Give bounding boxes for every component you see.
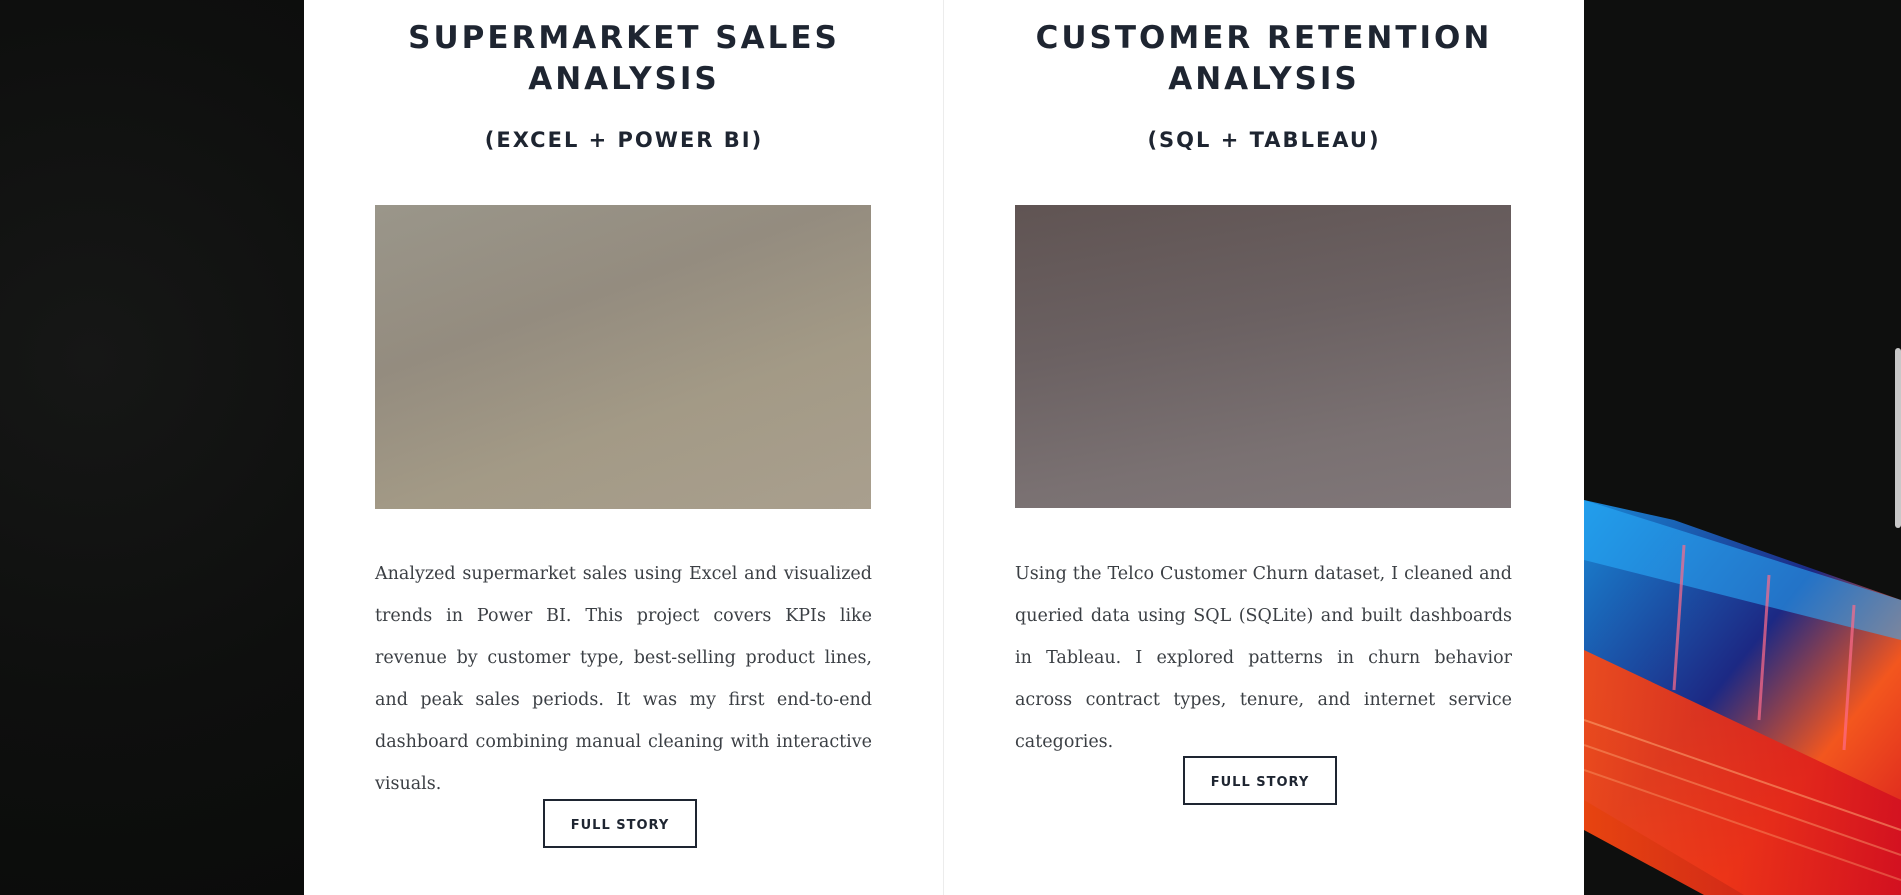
project-title-line: SUPERMARKET SALES bbox=[408, 20, 840, 56]
project-description: Analyzed supermarket sales using Excel a… bbox=[375, 564, 872, 794]
full-story-button[interactable]: FULL STORY bbox=[543, 799, 697, 848]
project-image bbox=[1015, 205, 1511, 508]
projects-panel: SUPERMARKET SALES ANALYSIS (EXCEL + POWE… bbox=[304, 0, 1584, 895]
background-right-neon-art bbox=[1584, 0, 1901, 895]
project-subtitle: (EXCEL + POWER BI) bbox=[484, 128, 764, 152]
neon-light-graphic bbox=[1584, 500, 1901, 895]
project-subtitle: (SQL + TABLEAU) bbox=[1147, 128, 1381, 152]
background-left bbox=[0, 0, 304, 895]
full-story-button[interactable]: FULL STORY bbox=[1183, 756, 1337, 805]
page-scrollbar[interactable] bbox=[1895, 348, 1901, 528]
project-title: SUPERMARKET SALES ANALYSIS bbox=[304, 18, 944, 100]
project-card-customer-retention: CUSTOMER RETENTION ANALYSIS (SQL + TABLE… bbox=[944, 0, 1584, 895]
project-card-supermarket-sales: SUPERMARKET SALES ANALYSIS (EXCEL + POWE… bbox=[304, 0, 944, 895]
project-title: CUSTOMER RETENTION ANALYSIS bbox=[944, 18, 1584, 100]
project-title-line: ANALYSIS bbox=[528, 61, 720, 97]
project-image bbox=[375, 205, 871, 509]
project-description: Using the Telco Customer Churn dataset, … bbox=[1015, 564, 1512, 752]
project-title-line: ANALYSIS bbox=[1168, 61, 1360, 97]
project-title-line: CUSTOMER RETENTION bbox=[1035, 20, 1493, 56]
